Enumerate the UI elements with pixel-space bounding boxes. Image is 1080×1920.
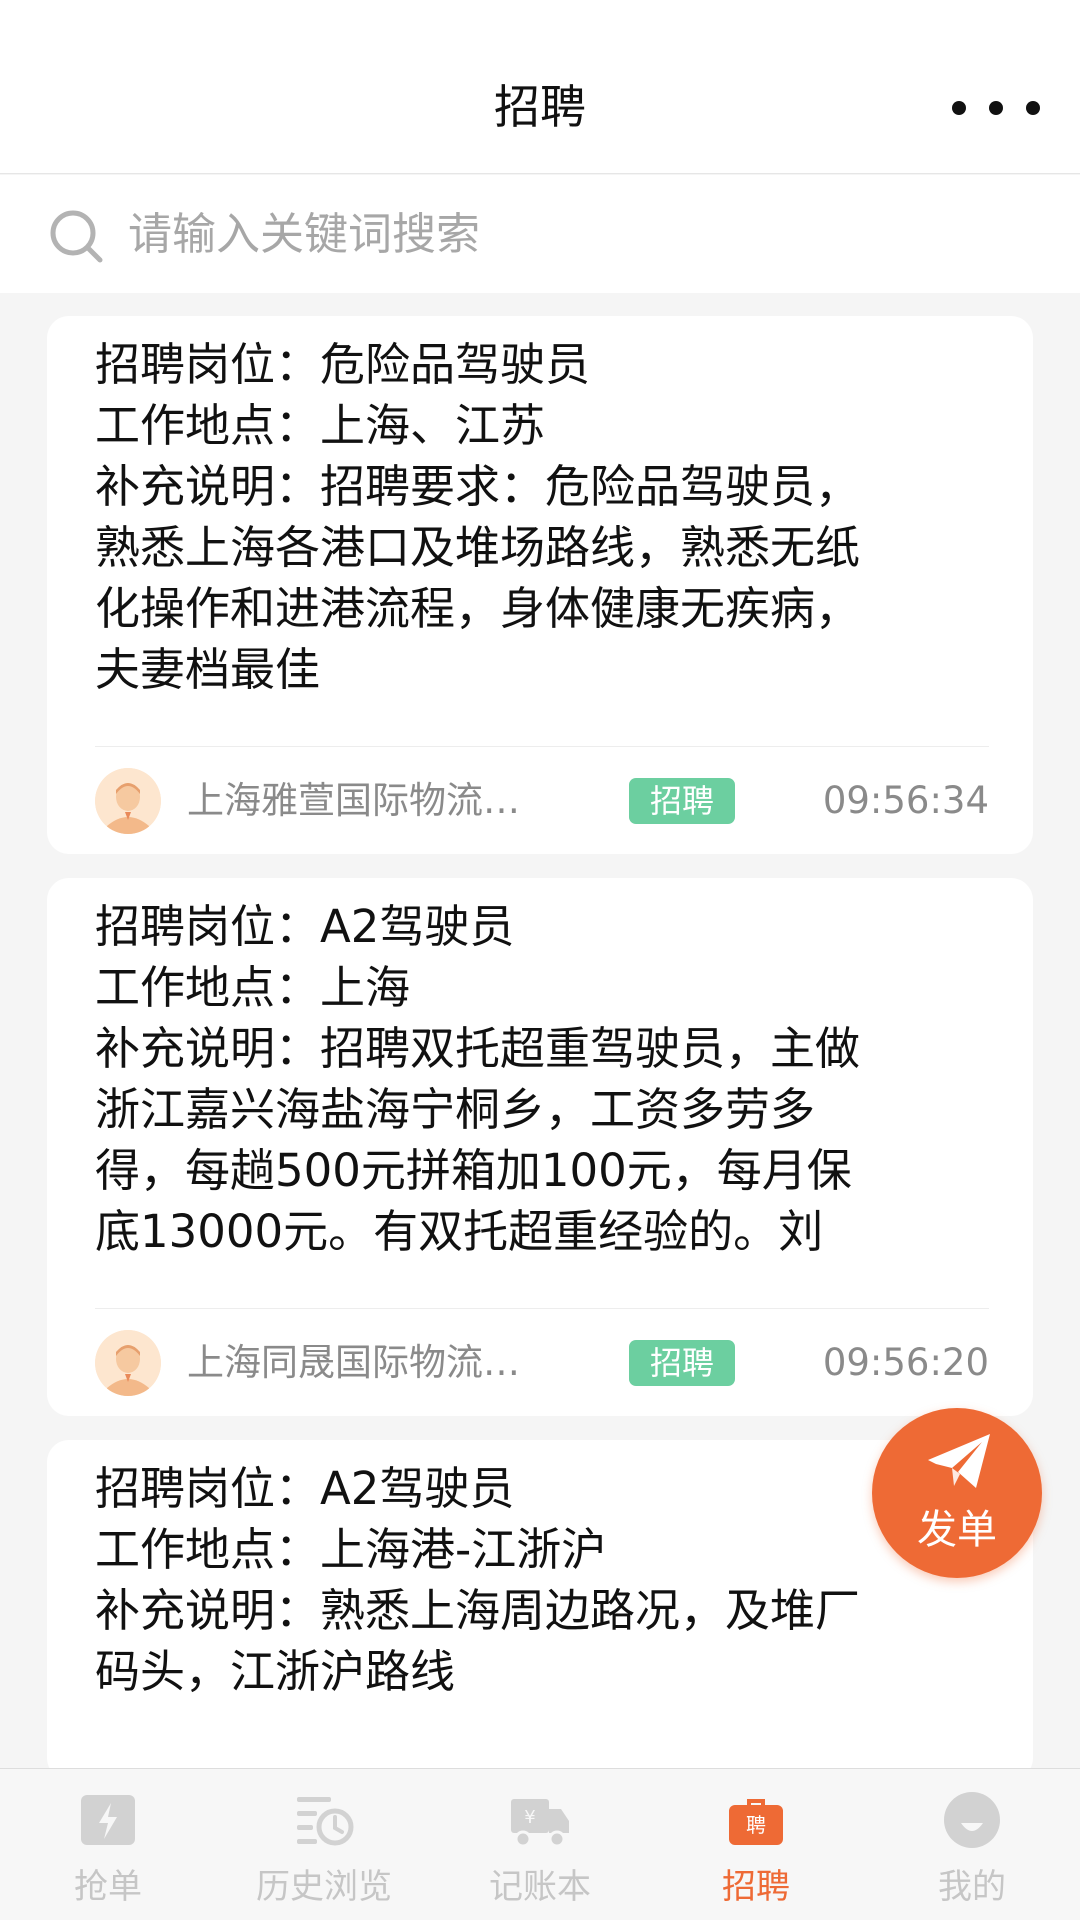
recruitment-page: 招聘 招聘岗位：危险品驾驶员 工作地点：上海、江苏 补充说明：招聘要求：危险品驾…	[0, 0, 1080, 1920]
profile-icon	[944, 1792, 1000, 1848]
recruit-bag-icon: 聘	[729, 1799, 783, 1845]
post-line: 补充说明：熟悉上海周边路况，及堆厂	[95, 1584, 861, 1637]
tab-recruit[interactable]: 聘 招聘	[648, 1769, 864, 1920]
tab-history[interactable]: 历史浏览	[216, 1769, 432, 1920]
search-bar	[0, 175, 1080, 293]
post-order-label: 发单	[917, 1507, 997, 1553]
post-line: 夫妻档最佳	[95, 643, 321, 696]
post-content: 招聘岗位：A2驾驶员 工作地点：上海 补充说明：招聘双托超重驾驶员，主做 浙江嘉…	[95, 896, 989, 1262]
search-icon	[50, 210, 103, 263]
user-avatar-icon	[95, 1330, 161, 1396]
card-divider	[95, 1308, 989, 1309]
tab-label: 我的	[938, 1867, 1006, 1907]
user-avatar-icon	[95, 768, 161, 834]
grab-order-icon	[81, 1795, 135, 1845]
post-content: 招聘岗位：A2驾驶员 工作地点：上海港-江浙沪 补充说明：熟悉上海周边路况，及堆…	[95, 1458, 989, 1702]
post-line: 化操作和进港流程，身体健康无疾病，	[95, 582, 861, 635]
tab-label: 历史浏览	[256, 1867, 392, 1907]
post-content: 招聘岗位：危险品驾驶员 工作地点：上海、江苏 补充说明：招聘要求：危险品驾驶员，…	[95, 334, 989, 700]
history-icon	[297, 1797, 354, 1846]
post-line: 浙江嘉兴海盐海宁桐乡，工资多劳多	[95, 1083, 816, 1136]
recruit-tag: 招聘	[629, 1340, 735, 1386]
post-line: 工作地点：上海港-江浙沪	[95, 1523, 607, 1576]
post-line: 补充说明：招聘双托超重驾驶员，主做	[95, 1022, 861, 1075]
post-footer: 上海同晟国际物流… 招聘 09:56:20	[95, 1330, 989, 1396]
post-line: 熟悉上海各港口及堆场路线，熟悉无纸	[95, 521, 861, 574]
post-line: 工作地点：上海	[95, 961, 411, 1014]
search-input[interactable]	[128, 197, 1028, 271]
post-line: 底13000元。有双托超重经验的。刘	[95, 1205, 824, 1258]
tab-grab-order[interactable]: 抢单	[0, 1769, 216, 1920]
avatar[interactable]	[95, 768, 161, 834]
job-post-card[interactable]: 招聘岗位：危险品驾驶员 工作地点：上海、江苏 补充说明：招聘要求：危险品驾驶员，…	[47, 316, 1033, 854]
tab-label: 招聘	[722, 1867, 790, 1907]
company-name[interactable]: 上海雅萱国际物流…	[187, 778, 567, 824]
post-time: 09:56:20	[822, 1341, 989, 1384]
more-options-icon[interactable]	[952, 96, 1040, 120]
tab-ledger[interactable]: ¥ 记账本	[432, 1769, 648, 1920]
post-line: 码头，江浙沪路线	[95, 1645, 456, 1698]
paper-plane-icon	[928, 1434, 990, 1488]
svg-text:¥: ¥	[524, 1807, 535, 1828]
bottom-tab-bar: 抢单 历史浏览 ¥ 记账本 聘 招聘 我的	[0, 1768, 1080, 1920]
post-footer: 上海雅萱国际物流… 招聘 09:56:34	[95, 768, 989, 834]
post-time: 09:56:34	[822, 779, 989, 822]
top-bar: 招聘	[0, 0, 1080, 174]
post-line: 工作地点：上海、江苏	[95, 399, 546, 452]
post-order-button[interactable]: 发单	[872, 1408, 1042, 1578]
post-line: 招聘岗位：危险品驾驶员	[95, 338, 591, 391]
post-line: 得，每趟500元拼箱加100元，每月保	[95, 1144, 852, 1197]
company-name[interactable]: 上海同晟国际物流…	[187, 1340, 567, 1386]
avatar[interactable]	[95, 1330, 161, 1396]
post-line: 招聘岗位：A2驾驶员	[95, 1462, 515, 1515]
card-divider	[95, 746, 989, 747]
tab-mine[interactable]: 我的	[864, 1769, 1080, 1920]
tab-label: 记账本	[489, 1867, 591, 1907]
post-line: 补充说明：招聘要求：危险品驾驶员，	[95, 460, 861, 513]
recruit-tag: 招聘	[629, 778, 735, 824]
ledger-truck-icon: ¥	[511, 1799, 569, 1848]
job-post-card[interactable]: 招聘岗位：A2驾驶员 工作地点：上海 补充说明：招聘双托超重驾驶员，主做 浙江嘉…	[47, 878, 1033, 1416]
tab-label: 抢单	[74, 1867, 142, 1907]
svg-text:聘: 聘	[746, 1813, 766, 1837]
post-line: 招聘岗位：A2驾驶员	[95, 900, 515, 953]
page-title: 招聘	[494, 80, 586, 134]
